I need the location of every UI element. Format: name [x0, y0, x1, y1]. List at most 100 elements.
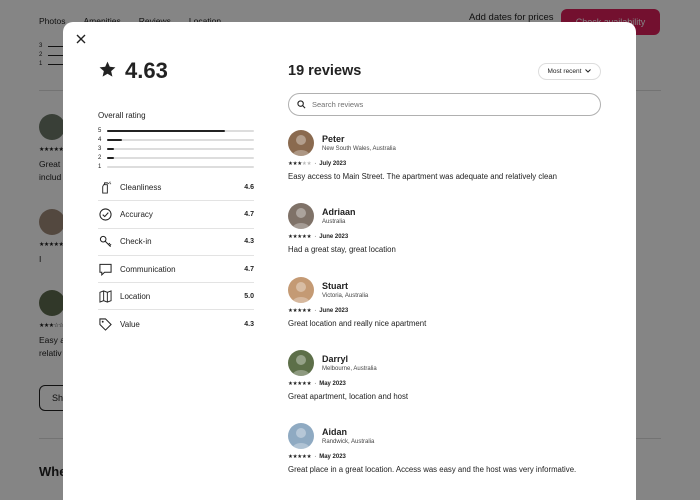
category-value: Value 4.3 — [98, 310, 254, 337]
review-item: Peter New South Wales, Australia ★★★★★ ·… — [288, 130, 601, 203]
category-cleanliness: Cleanliness 4.6 — [98, 174, 254, 202]
category-location: Location 5.0 — [98, 283, 254, 311]
overall-rating: 4.63 — [98, 58, 168, 84]
reviewer-name: Adriaan — [322, 207, 356, 218]
distribution-bar — [107, 129, 254, 132]
review-text: Great apartment, location and host — [288, 391, 409, 401]
separator: · — [314, 234, 317, 241]
reviewer-name: Aidan — [322, 427, 348, 438]
distribution-fill — [107, 147, 115, 150]
distribution-row: 4 — [98, 135, 254, 144]
review-header: Darryl Melbourne, Australia — [288, 349, 601, 376]
reviewer-name: Peter — [322, 134, 345, 144]
reviews-title: 19 reviews — [288, 63, 362, 79]
distribution-row: 5 — [98, 126, 254, 135]
star-rating: ★★★★★ — [288, 234, 312, 241]
review-date: June 2023 — [319, 307, 349, 314]
chat-bubble-icon — [98, 262, 112, 276]
distribution-star-count: 3 — [98, 145, 102, 152]
distribution-row: 3 — [98, 144, 254, 153]
star-rating: ★★★★★ — [288, 454, 312, 461]
star-rating: ★★★★★ — [288, 161, 312, 167]
review-header: Adriaan Australia — [288, 203, 601, 230]
review-text: Had a great stay, great location — [288, 245, 396, 255]
distribution-bar — [107, 138, 254, 141]
review-date: May 2023 — [319, 380, 346, 387]
review-item: Stuart Victoria, Australia ★★★★★ · June … — [288, 276, 601, 350]
close-icon[interactable] — [75, 34, 87, 46]
distribution-star-count: 1 — [98, 163, 102, 170]
avatar[interactable] — [288, 130, 314, 156]
reviewer-name: Darryl — [322, 353, 349, 364]
star-rating: ★★★★★ — [288, 307, 312, 314]
category-name: Check-in — [120, 237, 152, 247]
key-icon — [98, 235, 112, 249]
avatar[interactable] — [288, 203, 314, 230]
review-text: Great location and really nice apartment — [288, 318, 427, 328]
category-name: Communication — [120, 264, 176, 274]
category-check-in: Check-in 4.3 — [98, 229, 254, 256]
review-date: May 2023 — [319, 454, 346, 461]
search-input[interactable] — [312, 100, 582, 109]
overall-rating-label: Overall rating — [98, 111, 146, 120]
distribution-fill — [107, 156, 115, 159]
reviewer-location: Melbourne, Australia — [322, 365, 377, 372]
review-date: June 2023 — [319, 234, 349, 241]
search-field[interactable] — [288, 93, 601, 116]
review-header: Aidan Randwick, Australia — [288, 423, 601, 450]
avatar[interactable] — [288, 276, 314, 303]
reviews-modal: 4.63 Overall rating 5 4 3 2 1 Cleanliness 4.6… — [63, 22, 636, 500]
distribution-star-count: 5 — [98, 127, 102, 134]
category-name: Accuracy — [120, 209, 153, 219]
separator: · — [314, 161, 317, 167]
category-name: Location — [120, 291, 151, 301]
review-meta: ★★★★★ · June 2023 — [288, 234, 601, 240]
distribution-bar — [107, 156, 254, 159]
rating-distribution: 5 4 3 2 1 — [98, 126, 254, 171]
reviewer-location: Australia — [322, 219, 346, 226]
chevron-down-icon — [585, 68, 592, 75]
reviews-list: Peter New South Wales, Australia ★★★★★ ·… — [288, 130, 601, 496]
category-value: 4.3 — [244, 320, 254, 328]
overall-rating-value: 4.63 — [125, 58, 168, 83]
review-item: Aidan Randwick, Australia ★★★★★ · May 20… — [288, 423, 601, 496]
review-date: July 2023 — [319, 161, 347, 167]
category-value: 4.6 — [244, 183, 254, 191]
category-value: 4.7 — [244, 210, 254, 218]
star-rating: ★★★★★ — [288, 380, 312, 387]
search-icon — [297, 96, 306, 114]
category-value: 5.0 — [244, 292, 254, 300]
review-item: Adriaan Australia ★★★★★ · June 2023 Had … — [288, 203, 601, 276]
reviewer-location: New South Wales, Australia — [322, 146, 396, 152]
category-ratings: Cleanliness 4.6 Accuracy 4.7 Check-in 4.3 Comm… — [98, 174, 254, 338]
map-icon — [98, 289, 112, 303]
distribution-fill — [107, 138, 122, 141]
category-name: Value — [120, 319, 140, 329]
reviewer-name: Stuart — [322, 280, 349, 291]
distribution-fill — [107, 129, 225, 132]
separator: · — [314, 307, 317, 314]
star-icon — [98, 60, 117, 83]
review-meta: ★★★★★ · July 2023 — [288, 161, 601, 167]
review-meta: ★★★★★ · May 2023 — [288, 381, 601, 387]
reviewer-location: Victoria, Australia — [322, 292, 369, 299]
distribution-bar — [107, 165, 254, 168]
avatar[interactable] — [288, 349, 314, 376]
category-accuracy: Accuracy 4.7 — [98, 201, 254, 229]
check-circle-icon — [98, 207, 112, 221]
sort-dropdown[interactable]: Most recent — [538, 63, 601, 80]
reviewer-location: Randwick, Australia — [322, 439, 375, 446]
review-header: Stuart Victoria, Australia — [288, 276, 601, 303]
distribution-bar — [107, 147, 254, 150]
category-value: 4.3 — [244, 238, 254, 246]
avatar[interactable] — [288, 423, 314, 450]
tag-icon — [98, 317, 112, 331]
review-meta: ★★★★★ · June 2023 — [288, 308, 601, 314]
separator: · — [314, 380, 317, 387]
distribution-star-count: 4 — [98, 136, 102, 143]
review-item: Darryl Melbourne, Australia ★★★★★ · May … — [288, 349, 601, 423]
review-text: Easy access to Main Street. The apartmen… — [288, 172, 557, 181]
category-name: Cleanliness — [120, 182, 162, 192]
review-header: Peter New South Wales, Australia — [288, 130, 601, 156]
distribution-star-count: 2 — [98, 154, 102, 161]
